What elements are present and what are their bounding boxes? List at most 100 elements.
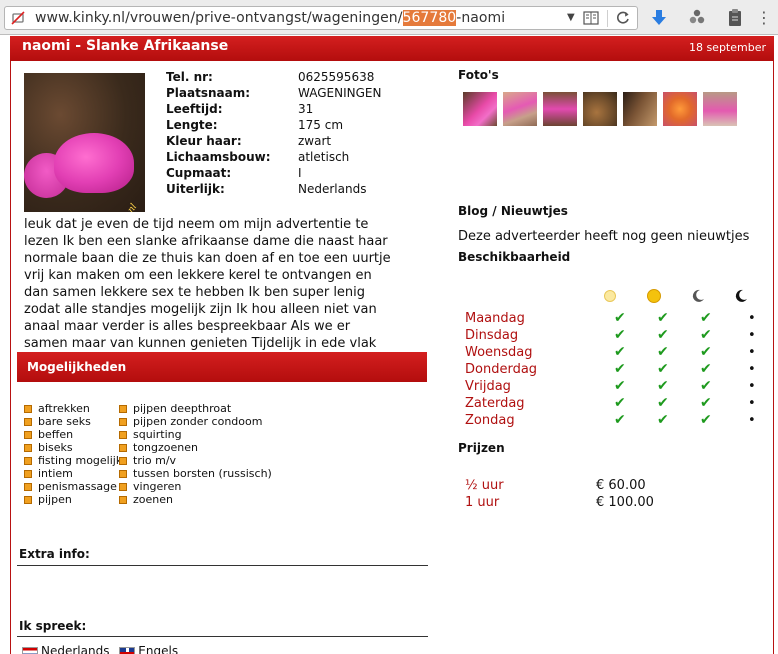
photo-thumbnail[interactable] (543, 92, 577, 126)
available-check-icon: ✔ (700, 327, 712, 343)
detail-label: Leeftijd: (166, 102, 223, 116)
available-check-icon: ✔ (614, 310, 626, 326)
detail-label: Lengte: (166, 118, 218, 132)
availability-day: Zondag (465, 413, 515, 428)
clipboard-icon[interactable] (724, 7, 746, 29)
url-highlighted-segment: 567780 (402, 10, 457, 26)
mogelijkheid-label: bare seks (38, 415, 91, 428)
mogelijkheid-item: vingeren (119, 480, 272, 493)
address-bar[interactable]: www.kinky.nl/vrouwen/prive-ontvangst/wag… (4, 6, 638, 30)
available-check-icon: ✔ (614, 344, 626, 360)
mogelijkheid-item: pijpen (24, 493, 122, 506)
bullet-icon (24, 470, 32, 478)
languages-heading: Ik spreek: (19, 619, 87, 633)
detail-row: Kleur haar: zwart (166, 133, 426, 149)
download-icon[interactable] (648, 7, 670, 29)
detail-label: Plaatsnaam: (166, 86, 251, 100)
mogelijkheid-item: tongzoenen (119, 441, 272, 454)
photo-thumbnail[interactable] (583, 92, 617, 126)
available-check-icon: ✔ (657, 344, 669, 360)
available-check-icon: ✔ (700, 361, 712, 377)
mogelijkheid-label: vingeren (133, 480, 182, 493)
mogelijkheid-item: tussen borsten (russisch) (119, 467, 272, 480)
extra-info-heading: Extra info: (19, 547, 90, 561)
language-item: Engels (138, 644, 179, 654)
available-check-icon: ✔ (614, 327, 626, 343)
insecure-site-icon[interactable] (11, 11, 25, 25)
available-check-icon: ✔ (657, 378, 669, 394)
detail-value: I (298, 166, 302, 180)
mogelijkheden-column: pijpen deepthroat pijpen zonder condoom sq… (119, 402, 272, 506)
photo-detail (54, 133, 134, 193)
bullet-icon (24, 444, 32, 452)
url-dropdown-icon[interactable]: ▼ (567, 12, 575, 23)
mogelijkheid-label: tongzoenen (133, 441, 198, 454)
photo-watermark: Kinky.nl (110, 202, 139, 212)
reader-view-icon[interactable] (583, 11, 599, 25)
detail-label: Cupmaat: (166, 166, 232, 180)
mogelijkheid-item: pijpen deepthroat (119, 402, 272, 415)
availability-day: Maandag (465, 311, 525, 326)
unavailable-dot-icon: • (748, 345, 756, 360)
detail-row: Lengte: 175 cm (166, 117, 426, 133)
detail-row: Uiterlijk: Nederlands (166, 181, 426, 197)
bullet-icon (119, 444, 127, 452)
available-check-icon: ✔ (700, 412, 712, 428)
detail-label: Kleur haar: (166, 134, 242, 148)
dutch-flag-icon (22, 646, 38, 654)
profile-photo[interactable]: Kinky.nl (24, 73, 145, 212)
available-check-icon: ✔ (700, 378, 712, 394)
profile-title: naomi - Slanke Afrikaanse (22, 38, 229, 54)
bullet-icon (119, 418, 127, 426)
moon-icon (692, 289, 704, 302)
detail-value: zwart (298, 134, 332, 148)
availability-day: Zaterdag (465, 396, 525, 411)
available-check-icon: ✔ (657, 412, 669, 428)
profile-title-bar: naomi - Slanke Afrikaanse 18 september (10, 36, 774, 61)
mogelijkheid-label: intiem (38, 467, 73, 480)
unavailable-dot-icon: • (748, 328, 756, 343)
photo-thumbnail[interactable] (503, 92, 537, 126)
bullet-icon (119, 457, 127, 465)
photo-thumbnail[interactable] (623, 92, 657, 126)
mogelijkheden-title: Mogelijkheden (27, 360, 127, 374)
mogelijkheid-label: tussen borsten (russisch) (133, 467, 272, 480)
mogelijkheid-item: fisting mogelijk (24, 454, 122, 467)
profile-date: 18 september (688, 41, 766, 54)
detail-label: Lichaamsbouw: (166, 150, 271, 164)
bullet-icon (119, 405, 127, 413)
availability-day: Dinsdag (465, 328, 519, 343)
sunrise-icon (604, 290, 616, 302)
mogelijkheid-label: pijpen (38, 493, 72, 506)
photo-thumbnail[interactable] (463, 92, 497, 126)
mogelijkheid-item: zoenen (119, 493, 272, 506)
mogelijkheid-label: pijpen zonder condoom (133, 415, 263, 428)
divider (17, 636, 428, 637)
detail-row: Leeftijd: 31 (166, 101, 426, 117)
mogelijkheid-label: penismassage (38, 480, 117, 493)
detail-row: Plaatsnaam: WAGENINGEN (166, 85, 426, 101)
mogelijkheid-label: aftrekken (38, 402, 90, 415)
mogelijkheid-label: zoenen (133, 493, 173, 506)
mogelijkheid-item: beffen (24, 428, 122, 441)
mogelijkheid-label: fisting mogelijk (38, 454, 123, 467)
unavailable-dot-icon: • (748, 379, 756, 394)
url-text[interactable]: www.kinky.nl/vrouwen/prive-ontvangst/wag… (35, 10, 505, 26)
blog-text: Deze adverteerder heeft nog geen nieuwtj… (458, 229, 750, 244)
prices-heading: Prijzen (458, 441, 505, 455)
photo-thumbnail[interactable] (663, 92, 697, 126)
mogelijkheden-header: Mogelijkheden (17, 352, 427, 382)
photos-heading: Foto's (458, 68, 499, 82)
night-moon-icon (735, 289, 747, 302)
sun-icon (647, 289, 661, 303)
reload-icon[interactable] (615, 10, 631, 26)
mogelijkheid-item: aftrekken (24, 402, 122, 415)
mogelijkheid-item: bare seks (24, 415, 122, 428)
available-check-icon: ✔ (657, 395, 669, 411)
photo-thumbnail[interactable] (703, 92, 737, 126)
bullet-icon (24, 405, 32, 413)
menu-icon[interactable]: ⋮ (756, 8, 778, 30)
extension-icon[interactable] (686, 7, 708, 29)
bullet-icon (24, 483, 32, 491)
mogelijkheid-label: biseks (38, 441, 73, 454)
